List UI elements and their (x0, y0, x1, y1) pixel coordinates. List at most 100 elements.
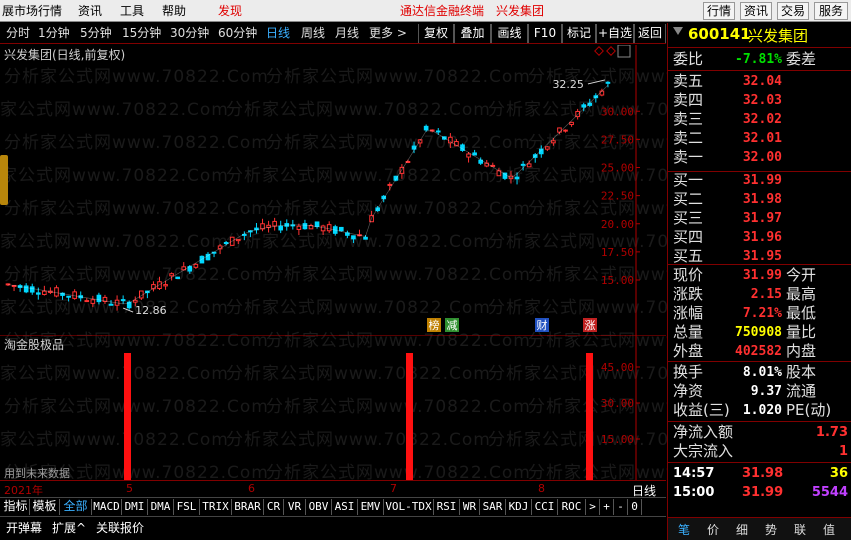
period-5min[interactable]: 5分钟 (80, 23, 112, 44)
date-label: 6 (248, 482, 255, 495)
quote-tab[interactable]: 细 (736, 521, 748, 538)
candle-body (35, 292, 41, 295)
tool-overlay[interactable]: 叠加 (454, 24, 491, 43)
indicator-tab[interactable]: MACD (92, 499, 122, 515)
indicator-tab[interactable]: DMI (122, 499, 148, 515)
indicator-tab[interactable]: WR (460, 499, 480, 515)
tool-mark[interactable]: 标记 (562, 24, 596, 43)
indicator-tab[interactable]: 模板 (30, 499, 60, 515)
menu-news[interactable]: 资讯 (78, 0, 102, 22)
tool-add-favorite[interactable]: +自选 (596, 24, 634, 43)
candle-body (235, 238, 241, 242)
period-intraday[interactable]: 分时 (6, 23, 30, 44)
indicator-tab[interactable]: BRAR (232, 499, 264, 515)
y-tick-label: 17.50 (601, 246, 634, 259)
sell-row[interactable]: 卖五 32.04 (668, 72, 851, 91)
candle-body (314, 221, 320, 227)
indicator-tab[interactable]: CR (264, 499, 284, 515)
menu-discover[interactable]: 发现 (218, 0, 242, 22)
tool-fuquan[interactable]: 复权 (418, 24, 454, 43)
tool-f10[interactable]: F10 (528, 24, 562, 43)
indicator-tab[interactable]: VOL-TDX (384, 499, 434, 515)
stat-label2: 内盘 (786, 342, 817, 360)
buy-row[interactable]: 买二 31.98 (668, 190, 851, 209)
indicator-tab[interactable]: 全部 (60, 499, 92, 515)
quote-tab[interactable]: 势 (765, 521, 777, 538)
stat2-row: 收益(三) 1.020 PE(动) (668, 401, 851, 420)
indicator-tab[interactable]: 指标 (2, 499, 30, 515)
period-weekly[interactable]: 周线 (301, 23, 325, 44)
sell-row[interactable]: 卖四 32.03 (668, 91, 851, 110)
sell-row[interactable]: 卖二 32.01 (668, 129, 851, 148)
period-30min[interactable]: 30分钟 (170, 23, 209, 44)
indicator-tab[interactable]: FSL (174, 499, 200, 515)
related-quote-button[interactable]: 关联报价 (96, 519, 144, 536)
indicator-tab[interactable]: EMV (358, 499, 384, 515)
indicator-tab[interactable]: RSI (434, 499, 460, 515)
tool-draw[interactable]: 画线 (491, 24, 528, 43)
period-more[interactable]: 更多 > (369, 23, 407, 44)
menu-market[interactable]: 展市场行情 (2, 0, 62, 22)
buy-row[interactable]: 买三 31.97 (668, 209, 851, 228)
indicator-tab[interactable]: DMA (148, 499, 174, 515)
stat2-label: 净资 (673, 382, 704, 400)
top-btn-service[interactable]: 服务 (814, 2, 848, 20)
left-scroll-handle (0, 155, 8, 205)
stat-row: 现价 31.99 今开 (668, 266, 851, 285)
top-btn-news[interactable]: 资讯 (740, 2, 772, 20)
indicator-tab[interactable]: TRIX (200, 499, 232, 515)
stat2-label2: PE(动) (786, 401, 832, 419)
indicator-tab[interactable]: ASI (332, 499, 358, 515)
period-1min[interactable]: 1分钟 (38, 23, 70, 44)
y-tick-label: 45.00 (601, 361, 634, 374)
indicator-tab[interactable]: 0 (628, 499, 642, 515)
indicator-tab[interactable]: - (614, 499, 628, 515)
quote-tab[interactable]: 联 (794, 521, 806, 538)
low-price-label: 12.86 (135, 304, 167, 317)
kline-chart[interactable]: 30.00 27.50 25.00 22.50 20.00 17.50 15.00 32.25… (0, 45, 666, 335)
candle-body (466, 153, 471, 158)
buy-row[interactable]: 买一 31.99 (668, 171, 851, 190)
indicator-tab[interactable]: SAR (480, 499, 506, 515)
candle-body (569, 121, 574, 126)
indicator-tab[interactable]: > (586, 499, 600, 515)
menu-tools[interactable]: 工具 (120, 0, 144, 22)
tick-volume: 5544 (811, 485, 848, 500)
buy-row[interactable]: 买四 31.96 (668, 228, 851, 247)
expand-button[interactable]: 扩展^ (52, 519, 86, 536)
period-15min[interactable]: 15分钟 (122, 23, 161, 44)
period-monthly[interactable]: 月线 (335, 23, 359, 44)
danmaku-button[interactable]: 开弹幕 (6, 519, 42, 536)
indicator-tab[interactable]: + (600, 499, 614, 515)
menu-help[interactable]: 帮助 (162, 0, 186, 22)
candle-body (163, 284, 168, 287)
link-terminal[interactable]: 通达信金融终端 (400, 0, 484, 22)
candle-body (96, 294, 102, 303)
candle-body (435, 130, 441, 133)
period-daily[interactable]: 日线 (266, 23, 290, 44)
indicator-tab[interactable]: ROC (558, 499, 586, 515)
stat-label2: 量比 (786, 323, 817, 341)
period-60min[interactable]: 60分钟 (218, 23, 257, 44)
candle-body (66, 295, 71, 298)
buy-price: 31.99 (742, 173, 782, 188)
indicator-tab[interactable]: CCI (532, 499, 558, 515)
quote-tab[interactable]: 值 (823, 521, 835, 538)
stat2-label: 收益(三) (673, 401, 730, 419)
diamond-marker (594, 46, 604, 56)
indicator-tab[interactable]: KDJ (506, 499, 532, 515)
buy-label: 买三 (673, 209, 704, 227)
link-stock[interactable]: 兴发集团 (496, 0, 544, 22)
top-btn-quote[interactable]: 行情 (703, 2, 735, 20)
tool-back[interactable]: 返回 (634, 24, 666, 43)
top-btn-trade[interactable]: 交易 (777, 2, 809, 20)
sell-row[interactable]: 卖三 32.02 (668, 110, 851, 129)
indicator-chart[interactable]: 45.00 30.00 15.00 (0, 335, 666, 480)
quote-tab[interactable]: 笔 (678, 521, 690, 538)
sell-row[interactable]: 卖一 32.00 (668, 148, 851, 167)
dropdown-icon[interactable] (673, 27, 683, 37)
indicator-tab[interactable]: VR (284, 499, 306, 515)
indicator-tab[interactable]: OBV (306, 499, 332, 515)
quote-tab[interactable]: 价 (707, 521, 719, 538)
bottom-bar: 开弹幕 扩展^ 关联报价 (0, 516, 666, 540)
